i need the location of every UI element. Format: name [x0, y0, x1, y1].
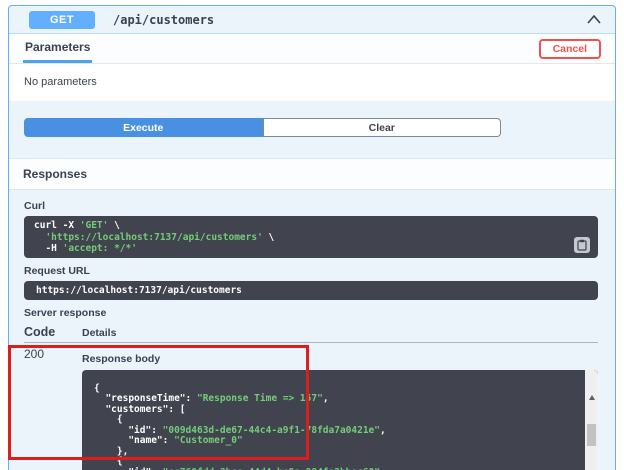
- cancel-button[interactable]: Cancel: [539, 39, 601, 59]
- parameters-header: Parameters Cancel: [9, 34, 615, 64]
- curl-label: Curl: [24, 200, 598, 212]
- collapse-button[interactable]: [587, 15, 601, 24]
- copy-button[interactable]: [574, 237, 590, 253]
- responses-title: Responses: [23, 167, 87, 181]
- response-body-code: { "responseTime": "Response Time => 157"…: [94, 384, 572, 470]
- response-body-label: Response body: [82, 353, 598, 365]
- response-body: { "responseTime": "Response Time => 157"…: [82, 370, 598, 470]
- status-code: 200: [24, 346, 82, 470]
- swagger-page: GET /api/customers Parameters Cancel No …: [0, 0, 624, 470]
- clear-button[interactable]: Clear: [263, 118, 502, 137]
- http-method-badge: GET: [29, 11, 95, 29]
- request-url-value: https://localhost:7137/api/customers: [24, 281, 598, 300]
- response-row: 200 Response body { "responseTime": "Res…: [24, 343, 598, 470]
- responses-section: Curl curl -X 'GET' \ 'https://localhost:…: [9, 190, 615, 470]
- scrollbar-thumb[interactable]: [587, 424, 596, 446]
- endpoint-summary[interactable]: GET /api/customers: [9, 6, 615, 34]
- responses-header: Responses: [9, 158, 615, 190]
- clipboard-icon: [577, 239, 587, 251]
- parameters-body: No parameters: [9, 64, 615, 101]
- response-details: Response body { "responseTime": "Respons…: [82, 346, 598, 470]
- execute-button-row: Execute Clear: [24, 118, 501, 137]
- response-body-scrollbar[interactable]: [585, 370, 598, 470]
- response-table-header: Code Details: [24, 325, 598, 339]
- parameters-tab-label: Parameters: [25, 40, 90, 54]
- execute-wrapper: Execute Clear: [9, 101, 615, 158]
- details-column-header: Details: [82, 327, 116, 339]
- curl-command: curl -X 'GET' \ 'https://localhost:7137/…: [24, 216, 598, 258]
- tab-parameters[interactable]: Parameters: [23, 34, 92, 63]
- request-url-label: Request URL: [24, 265, 598, 277]
- endpoint-panel: GET /api/customers Parameters Cancel No …: [8, 5, 616, 470]
- server-response-label: Server response: [24, 307, 598, 319]
- endpoint-path: /api/customers: [113, 13, 214, 27]
- scroll-up-arrow-icon[interactable]: [589, 395, 595, 400]
- execute-button[interactable]: Execute: [24, 118, 263, 137]
- code-column-header: Code: [24, 325, 82, 339]
- chevron-up-icon: [587, 15, 601, 24]
- no-parameters-text: No parameters: [24, 76, 97, 88]
